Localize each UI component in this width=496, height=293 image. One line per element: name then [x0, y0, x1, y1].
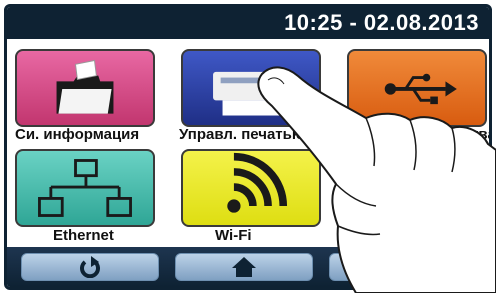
tile-system-info[interactable]	[15, 49, 155, 127]
tile-print-management-label: Управл. печатью	[179, 126, 305, 143]
back-button[interactable]	[21, 253, 159, 281]
status-bar: 10:25 - 02.08.2013	[7, 7, 489, 39]
wifi-icon	[227, 152, 288, 213]
tile-print-management[interactable]	[181, 49, 321, 127]
home-button[interactable]	[175, 253, 313, 281]
tile-wifi-label: Wi-Fi	[215, 227, 252, 244]
settings-icon	[388, 257, 408, 277]
tile-usb-devices-label: ...стройства ...ов	[407, 126, 492, 143]
home-icon	[232, 257, 256, 277]
usb-icon	[384, 73, 457, 105]
tile-ethernet-label: Ethernet	[53, 227, 114, 244]
settings-button[interactable]	[329, 253, 467, 281]
clock-datetime: 10:25 - 02.08.2013	[284, 10, 479, 35]
folder-icon	[56, 59, 114, 114]
device-touchscreen: 10:25 - 02.08.2013 Си. информация Управл…	[4, 4, 492, 290]
tile-usb-devices[interactable]	[347, 49, 487, 127]
tile-wifi[interactable]	[181, 149, 321, 227]
ethernet-icon	[38, 159, 132, 217]
printer-icon	[213, 71, 289, 116]
tile-system-info-label: Си. информация	[15, 126, 140, 143]
tile-ethernet[interactable]	[15, 149, 155, 227]
back-icon	[80, 256, 100, 278]
bottom-navigation-bar	[7, 247, 489, 287]
